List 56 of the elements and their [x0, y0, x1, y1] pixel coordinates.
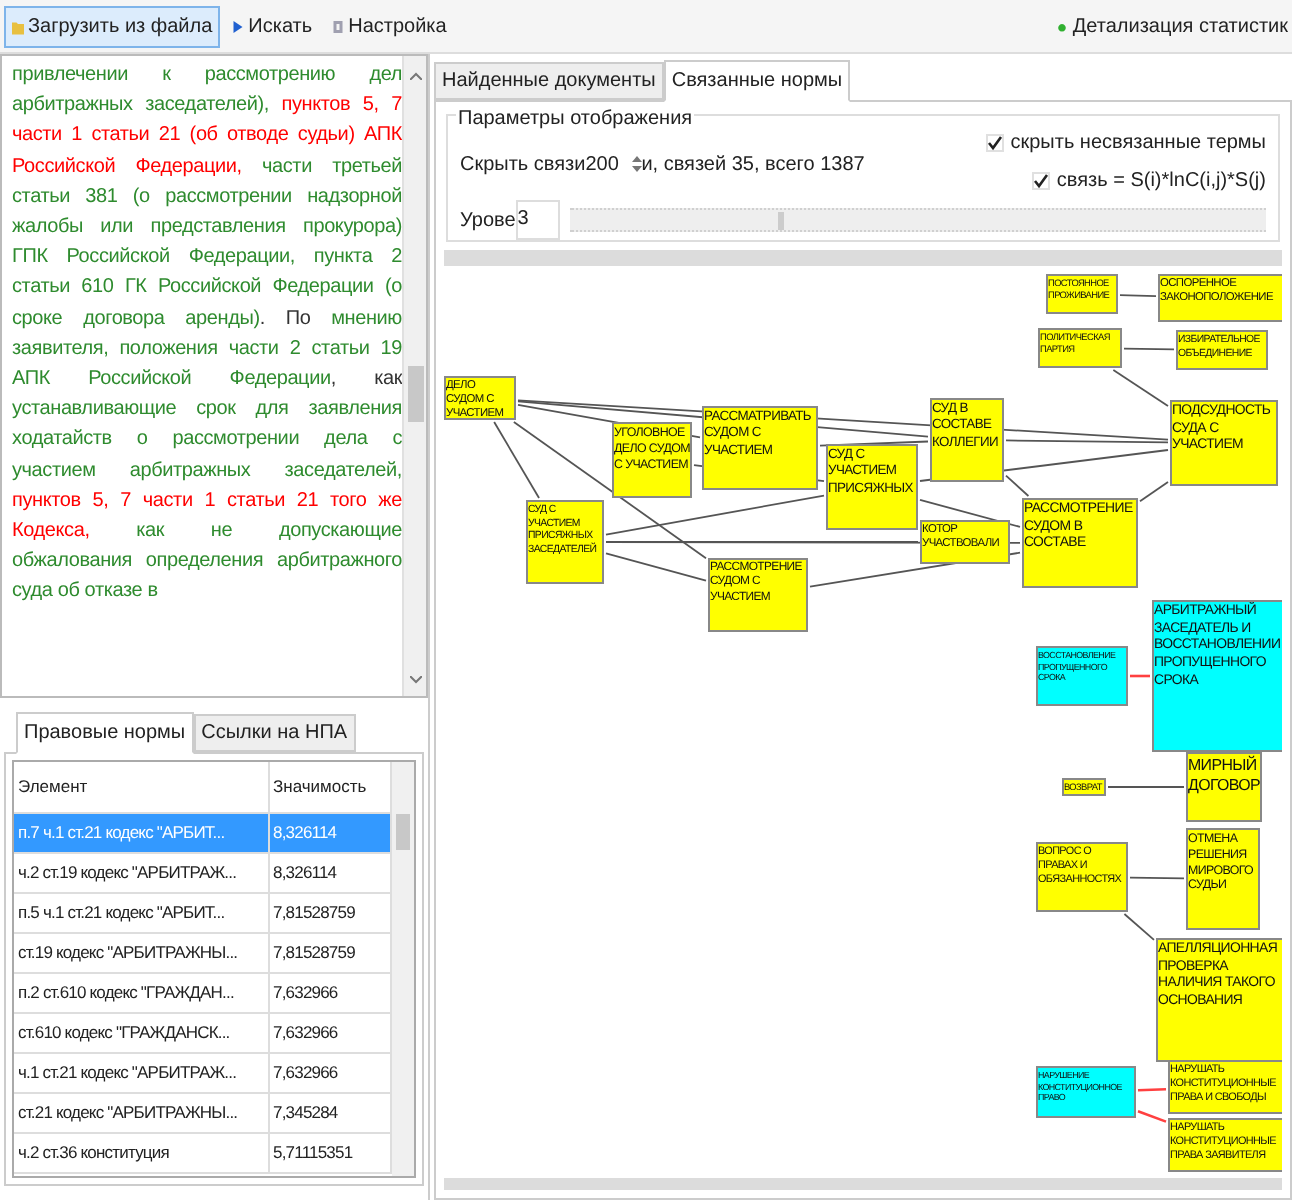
table-cell[interactable]: 7,345284 [268, 1092, 390, 1132]
table-cell[interactable]: 7,81528759 [268, 892, 390, 932]
connector-line [1123, 347, 1175, 351]
scroll-down-icon[interactable] [410, 676, 422, 684]
scroll-thumb[interactable] [408, 366, 424, 422]
slider[interactable] [569, 208, 1266, 232]
table-cell[interactable]: 5,71115351 [268, 1132, 390, 1172]
table-cell[interactable]: 7,632966 [268, 972, 390, 1012]
play-icon [232, 17, 245, 35]
table-cell[interactable]: ч.2 ст.19 кодекс "АРБИТРАЖ... [14, 852, 268, 892]
checkbox[interactable] [986, 134, 1005, 152]
tab[interactable]: Правовые нормы [16, 712, 194, 754]
tab[interactable]: Связанные нормы [663, 60, 851, 102]
connector-line [1137, 1110, 1167, 1123]
table-cell[interactable]: ч.2 ст.36 конституция [14, 1132, 268, 1172]
scrollbar[interactable] [392, 762, 414, 1176]
table-cell[interactable]: ст.21 кодекс "АРБИТРАЖНЫ... [14, 1092, 268, 1132]
spinner-icon[interactable] [631, 154, 642, 174]
slider-thumb[interactable] [778, 212, 785, 230]
column-header[interactable]: Значимость [268, 762, 390, 812]
toolbar-button[interactable]: Детализация статистик [1056, 5, 1288, 47]
table-cell[interactable]: ст.610 кодекс "ГРАЖДАНСК... [14, 1012, 268, 1052]
document-text: привлечении к рассмотрению дел арбитражных заседателей), пунктов 5, 7 части 1 статьи 21 (об отводе судьи) АПК Российской Федерации, части третьей статьи 381 (о рассмотрении надзорной жалобы или представления прокурора) ГПК Российской Федерации, пункта 2 статьи 610 ГК Российской Федерации (о сроке договора аренды). По мнению заявителя, положения части 2 статьи 19 АПК Российской Федерации, как устанавливающие срок для заявления ходатайств о рассмотрении дела с участием арбитражных заседателей, пунктов 5, 7 части 1 статьи 21 того же Кодекса, как не допускающие обжалования определения арбитражного суда об отказе в [12, 62, 402, 607]
tab[interactable]: Найденные документы [434, 62, 664, 100]
connector-line [1130, 674, 1150, 678]
level-field[interactable]: 3 [515, 200, 560, 240]
tab[interactable]: Ссылки на НПА [193, 714, 356, 752]
table-cell[interactable]: 7,632966 [268, 1012, 390, 1052]
connector-line [1107, 786, 1185, 788]
links-info: и, связей 35, всего 1387 [641, 151, 865, 179]
field-label: Урове [460, 207, 516, 235]
column-header[interactable]: Элемент [14, 762, 268, 812]
table-cell[interactable]: 7,632966 [268, 1052, 390, 1092]
checkbox[interactable] [1032, 172, 1051, 190]
folder-icon [12, 17, 24, 35]
connector-line [1129, 876, 1185, 880]
checkbox-label: скрыть несвязанные термы [1010, 130, 1266, 158]
scrollbar[interactable] [444, 1178, 1282, 1190]
toolbar-button[interactable]: Загрузить из файла [4, 5, 221, 47]
scrollbar[interactable] [402, 56, 426, 696]
connector-line [1137, 1087, 1167, 1092]
table-cell[interactable]: 7,81528759 [268, 932, 390, 972]
toolbar-button[interactable]: Искать [224, 5, 321, 47]
scroll-up-icon[interactable] [410, 72, 422, 80]
group-title: Параметры отображения [456, 104, 695, 134]
connector-line [1119, 294, 1157, 297]
table-cell[interactable]: 8,326114 [268, 852, 390, 892]
scroll-thumb[interactable] [396, 814, 410, 850]
table-cell[interactable]: ст.19 кодекс "АРБИТРАЖНЫ... [14, 932, 268, 972]
checkbox-label: связь = S(i)*lnC(i,j)*S(j) [1056, 168, 1266, 196]
toolbar-button[interactable]: Настройка [324, 5, 455, 47]
table-cell[interactable]: п.2 ст.610 кодекс "ГРАЖДАН... [14, 972, 268, 1012]
table-cell[interactable]: ч.1 ст.21 кодекс "АРБИТРАЖ... [14, 1052, 268, 1092]
connector-line [1123, 913, 1155, 941]
field-label: Скрыть связи [460, 151, 586, 179]
table-cell[interactable]: п.5 ч.1 ст.21 кодекс "АРБИТ... [14, 892, 268, 932]
